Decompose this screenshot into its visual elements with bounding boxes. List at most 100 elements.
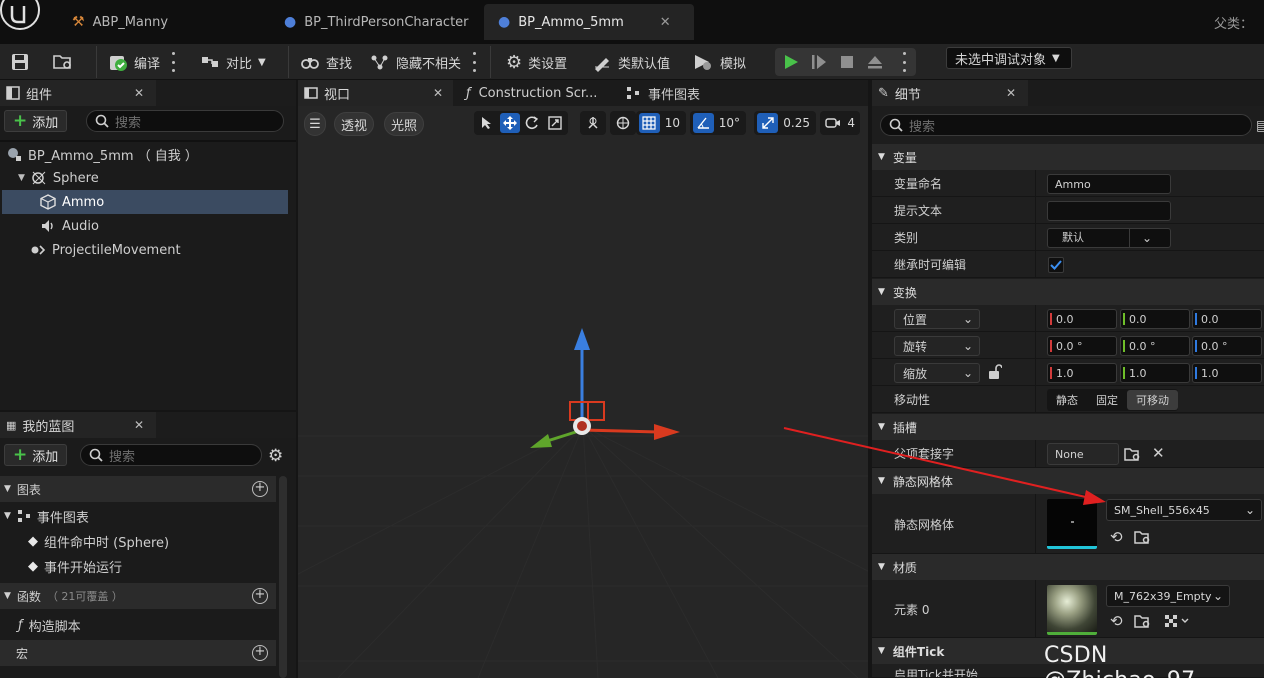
- select-cursor-icon[interactable]: [477, 113, 498, 133]
- browse-asset-icon[interactable]: [1134, 613, 1152, 629]
- viewport-canvas[interactable]: ☰ 透视 光照 10 10° 0.25 4: [298, 106, 868, 678]
- class-settings-button[interactable]: ⚙ 类设置: [506, 48, 567, 76]
- rotation-z-input[interactable]: 0.0 °: [1192, 336, 1262, 356]
- unreal-logo-icon[interactable]: [0, 0, 44, 44]
- location-mode-dropdown[interactable]: 位置 ⌄: [894, 309, 980, 329]
- step-forward-icon[interactable]: [809, 52, 829, 72]
- rotate-snap-value[interactable]: 10°: [716, 116, 743, 130]
- find-button[interactable]: 查找: [300, 48, 352, 76]
- more-options-icon[interactable]: [473, 52, 476, 72]
- tab-abp-manny[interactable]: ⚒ ABP_Manny: [58, 4, 182, 40]
- mobility-static-option[interactable]: 静态: [1047, 390, 1087, 410]
- tab-details[interactable]: ✎ 细节 ✕: [872, 80, 1028, 106]
- grid-snap-value[interactable]: 10: [662, 116, 683, 130]
- static-mesh-dropdown[interactable]: SM_Shell_556x45 ⌄: [1106, 499, 1262, 521]
- tab-bp-ammo-5mm[interactable]: ● BP_Ammo_5mm ✕: [484, 4, 694, 40]
- add-component-button[interactable]: + 添加: [4, 110, 68, 132]
- functions-category[interactable]: ▼ 函数 （ 21可覆盖 ） +: [0, 583, 276, 609]
- rotate-icon[interactable]: [522, 113, 543, 133]
- simulate-button[interactable]: 模拟: [692, 48, 746, 76]
- diff-button[interactable]: 对比 ▼: [200, 48, 266, 76]
- unlock-icon[interactable]: [988, 364, 1002, 380]
- tree-item-sphere[interactable]: ▼ Sphere: [2, 166, 288, 190]
- scale-snap-icon[interactable]: [757, 113, 779, 133]
- rotation-y-input[interactable]: 0.0 °: [1120, 336, 1190, 356]
- close-panel-icon[interactable]: ✕: [433, 86, 443, 100]
- angle-snap-icon[interactable]: [693, 113, 714, 133]
- material-options-icon[interactable]: [1164, 614, 1190, 628]
- graphs-category[interactable]: ▼ 图表 +: [0, 476, 276, 502]
- transform-category[interactable]: ▼ 变换: [872, 279, 1264, 305]
- add-function-icon[interactable]: +: [252, 588, 268, 604]
- tree-item-projectilemovement[interactable]: ProjectileMovement: [2, 238, 288, 262]
- add-graph-icon[interactable]: +: [252, 481, 268, 497]
- category-dropdown[interactable]: 默认 ⌄: [1047, 228, 1171, 248]
- scale-icon[interactable]: [545, 113, 566, 133]
- materials-category[interactable]: ▼ 材质: [872, 554, 1264, 580]
- close-panel-icon[interactable]: ✕: [134, 418, 144, 432]
- more-options-icon[interactable]: [172, 52, 175, 72]
- macros-category[interactable]: 宏 +: [0, 640, 276, 666]
- save-button[interactable]: [10, 48, 30, 76]
- viewport-menu-icon[interactable]: ☰: [304, 112, 326, 136]
- material-dropdown[interactable]: M_762x39_Empty ⌄: [1106, 585, 1230, 607]
- instance-editable-checkbox[interactable]: [1048, 257, 1064, 273]
- hide-unrelated-button[interactable]: 隐藏不相关: [370, 48, 461, 76]
- location-z-input[interactable]: 0.0: [1192, 309, 1262, 329]
- class-defaults-button[interactable]: 类默认值: [592, 48, 670, 76]
- tab-my-blueprint[interactable]: ▦ 我的蓝图 ✕: [0, 412, 156, 438]
- clear-socket-icon[interactable]: ✕: [1152, 444, 1165, 462]
- tab-construction-script[interactable]: ƒ Construction Scr...: [466, 80, 597, 106]
- scale-y-input[interactable]: 1.0: [1120, 363, 1190, 383]
- add-macro-icon[interactable]: +: [252, 645, 268, 661]
- play-icon[interactable]: [781, 52, 801, 72]
- browse-button[interactable]: [52, 48, 74, 76]
- material-thumbnail[interactable]: [1047, 585, 1097, 635]
- sockets-category[interactable]: ▼ 插槽: [872, 414, 1264, 440]
- lit-button[interactable]: 光照: [384, 112, 424, 136]
- scale-x-input[interactable]: 1.0: [1047, 363, 1117, 383]
- scale-z-input[interactable]: 1.0: [1192, 363, 1262, 383]
- camera-speed-value[interactable]: 4: [845, 116, 857, 130]
- mobility-movable-option[interactable]: 可移动: [1127, 390, 1178, 410]
- static-mesh-thumbnail[interactable]: [1047, 499, 1097, 549]
- tab-event-graph[interactable]: 事件图表: [626, 80, 700, 106]
- close-tab-icon[interactable]: ✕: [660, 15, 671, 30]
- location-x-input[interactable]: 0.0: [1047, 309, 1117, 329]
- debug-object-dropdown[interactable]: 未选中调试对象 ▼: [946, 47, 1072, 69]
- scrollbar[interactable]: [279, 476, 287, 678]
- scale-snap-value[interactable]: 0.25: [780, 116, 813, 130]
- event-item[interactable]: ◆ 事件开始运行: [0, 554, 276, 578]
- rotation-x-input[interactable]: 0.0 °: [1047, 336, 1117, 356]
- transform-gizmo[interactable]: [518, 316, 688, 466]
- tree-item-ammo[interactable]: Ammo: [2, 190, 288, 214]
- static-mesh-category[interactable]: ▼ 静态网格体: [872, 468, 1264, 494]
- world-space-icon[interactable]: [613, 113, 633, 133]
- stop-icon[interactable]: [837, 52, 857, 72]
- settings-gear-icon[interactable]: ⚙: [268, 446, 283, 466]
- event-graph-item[interactable]: ▼ 事件图表: [0, 504, 276, 528]
- event-item[interactable]: ◆ 组件命中时 (Sphere): [0, 529, 276, 553]
- rotation-mode-dropdown[interactable]: 旋转 ⌄: [894, 336, 980, 356]
- add-member-button[interactable]: + 添加: [4, 444, 68, 466]
- browse-socket-icon[interactable]: [1124, 446, 1142, 462]
- compile-button[interactable]: 编译: [108, 48, 160, 76]
- my-blueprint-search-input[interactable]: 搜索: [80, 444, 262, 466]
- tab-bp-thirdpersoncharacter[interactable]: ● BP_ThirdPersonCharacter: [270, 4, 483, 40]
- parent-socket-value[interactable]: None: [1047, 443, 1119, 465]
- tab-viewport[interactable]: 视口 ✕: [298, 80, 453, 106]
- perspective-button[interactable]: 透视: [334, 112, 374, 136]
- eject-icon[interactable]: [865, 52, 885, 72]
- tree-item-audio[interactable]: Audio: [2, 214, 288, 238]
- grid-snap-icon[interactable]: [639, 113, 660, 133]
- variable-name-input[interactable]: Ammo: [1047, 174, 1171, 194]
- more-options-icon[interactable]: [903, 52, 906, 72]
- close-panel-icon[interactable]: ✕: [134, 86, 144, 100]
- close-panel-icon[interactable]: ✕: [1006, 86, 1016, 100]
- camera-icon[interactable]: [823, 113, 843, 133]
- variable-category[interactable]: ▼ 变量: [872, 144, 1264, 170]
- mobility-stationary-option[interactable]: 固定: [1087, 390, 1127, 410]
- surface-snap-icon[interactable]: [583, 113, 603, 133]
- details-search-input[interactable]: 搜索: [880, 114, 1252, 136]
- use-selected-asset-icon[interactable]: ⟲: [1110, 528, 1123, 546]
